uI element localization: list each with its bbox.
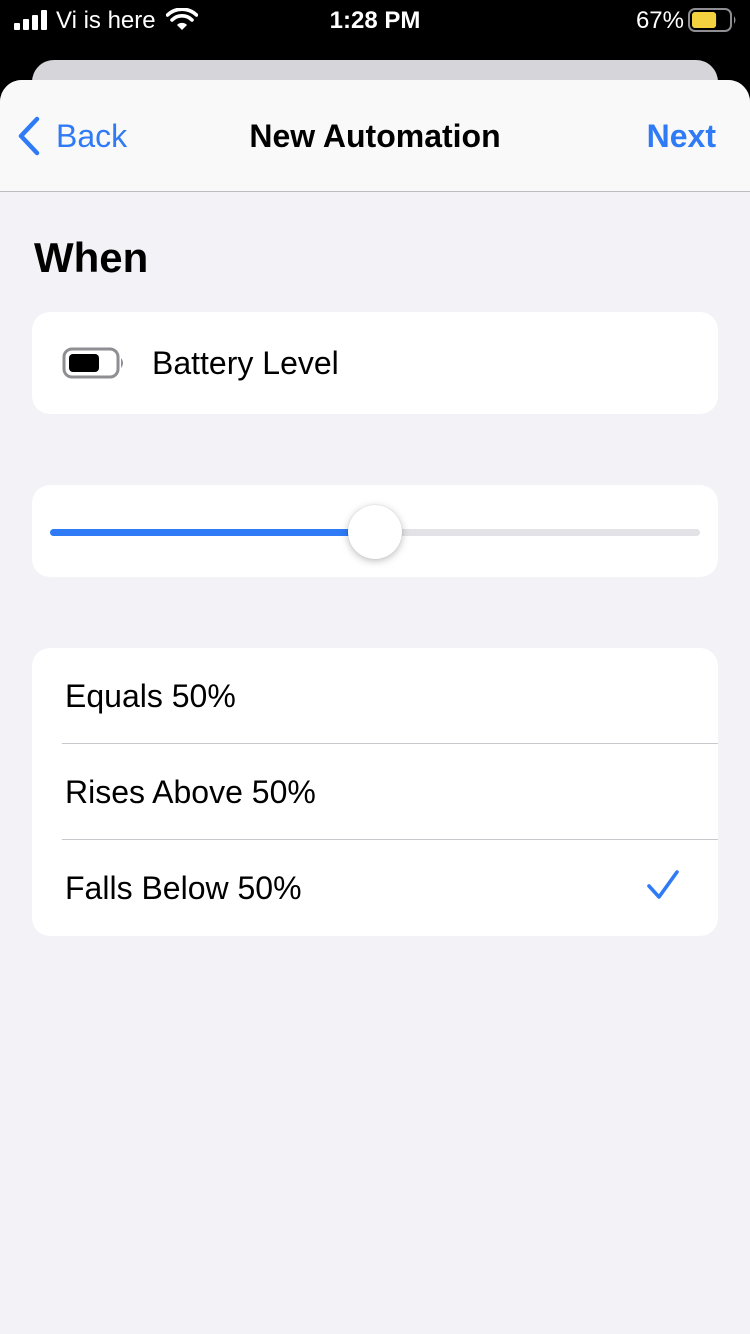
carrier-name: Vi is here xyxy=(56,7,156,34)
screen: Vi is here 1:28 PM 67% Back New Automati… xyxy=(0,0,750,1334)
condition-options-list: Equals 50% Rises Above 50% Falls Below 5… xyxy=(32,648,718,936)
trigger-card[interactable]: Battery Level xyxy=(32,312,718,414)
next-button[interactable]: Next xyxy=(647,118,716,155)
battery-percentage: 67% xyxy=(635,7,684,34)
navigation-bar: Back New Automation Next xyxy=(0,80,750,192)
option-label: Equals 50% xyxy=(65,678,236,714)
option-equals[interactable]: Equals 50% xyxy=(32,648,718,744)
page-title: New Automation xyxy=(249,118,501,154)
option-label: Rises Above 50% xyxy=(65,774,316,810)
automation-sheet: Back New Automation Next When Battery Le… xyxy=(0,80,750,1334)
option-rises-above[interactable]: Rises Above 50% xyxy=(32,744,718,840)
battery-icon xyxy=(62,347,123,379)
status-bar: Vi is here 1:28 PM 67% xyxy=(0,0,750,40)
section-title-when: When xyxy=(34,234,149,281)
slider-thumb[interactable] xyxy=(348,505,402,559)
signal-icon xyxy=(14,10,47,30)
slider-fill xyxy=(50,529,375,536)
checkmark-icon xyxy=(647,870,679,899)
trigger-label: Battery Level xyxy=(152,344,339,381)
battery-icon xyxy=(688,8,736,32)
wifi-icon xyxy=(166,8,198,30)
battery-level-slider-card xyxy=(32,485,718,577)
option-label: Falls Below 50% xyxy=(65,870,302,906)
option-falls-below[interactable]: Falls Below 50% xyxy=(32,840,718,936)
